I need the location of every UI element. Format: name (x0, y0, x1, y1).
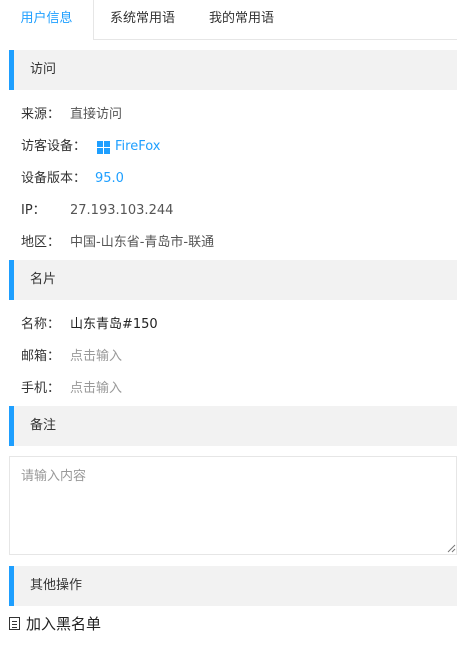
section-header-other: 其他操作 (9, 566, 457, 606)
device-row: 访客设备： FireFox (21, 137, 160, 157)
region-label: 地区： (21, 235, 61, 250)
ip-value: 27.193.103.244 (70, 203, 174, 218)
document-icon (9, 617, 20, 630)
add-to-blacklist-button[interactable]: 加入黑名单 (9, 613, 101, 635)
section-header-remark: 备注 (9, 406, 457, 446)
card-name-row: 名称： 山东青岛#150 (21, 315, 158, 335)
section-title-other: 其他操作 (30, 578, 83, 593)
version-value: 95.0 (95, 171, 124, 186)
windows-icon (97, 141, 110, 154)
tab-user-info[interactable]: 用户信息 (0, 0, 94, 40)
tab-bar: 用户信息 系统常用语 我的常用语 (0, 0, 457, 40)
card-name-value[interactable]: 山东青岛#150 (70, 315, 158, 335)
region-row: 地区： 中国-山东省-青岛市-联通 (21, 233, 214, 253)
version-label: 设备版本： (21, 171, 87, 186)
source-label: 来源： (21, 107, 61, 122)
section-header-card: 名片 (9, 260, 457, 300)
card-name-label: 名称： (21, 317, 61, 332)
section-title-remark: 备注 (30, 418, 57, 433)
device-label: 访客设备： (21, 139, 87, 154)
version-row: 设备版本： 95.0 (21, 169, 124, 189)
region-value: 中国-山东省-青岛市-联通 (70, 235, 215, 250)
remark-textarea[interactable] (9, 456, 457, 555)
source-value: 直接访问 (70, 107, 123, 122)
resize-grip-icon[interactable] (446, 543, 456, 553)
device-value: FireFox (115, 139, 161, 154)
card-phone-label: 手机： (21, 381, 61, 396)
card-email-label: 邮箱： (21, 349, 61, 364)
card-email-row: 邮箱： 点击输入 (21, 347, 122, 367)
section-title-visit: 访问 (30, 62, 57, 77)
card-phone-row: 手机： 点击输入 (21, 379, 122, 399)
tab-system-phrases[interactable]: 系统常用语 (110, 0, 175, 40)
phone-field[interactable]: 点击输入 (70, 379, 122, 399)
ip-row: IP： 27.193.103.244 (21, 201, 173, 221)
blacklist-label: 加入黑名单 (26, 615, 102, 633)
section-header-visit: 访问 (9, 50, 457, 90)
ip-label: IP： (21, 203, 46, 218)
section-title-card: 名片 (30, 272, 57, 287)
source-row: 来源： 直接访问 (21, 105, 122, 125)
tab-my-phrases[interactable]: 我的常用语 (209, 0, 274, 40)
email-field[interactable]: 点击输入 (70, 347, 122, 367)
